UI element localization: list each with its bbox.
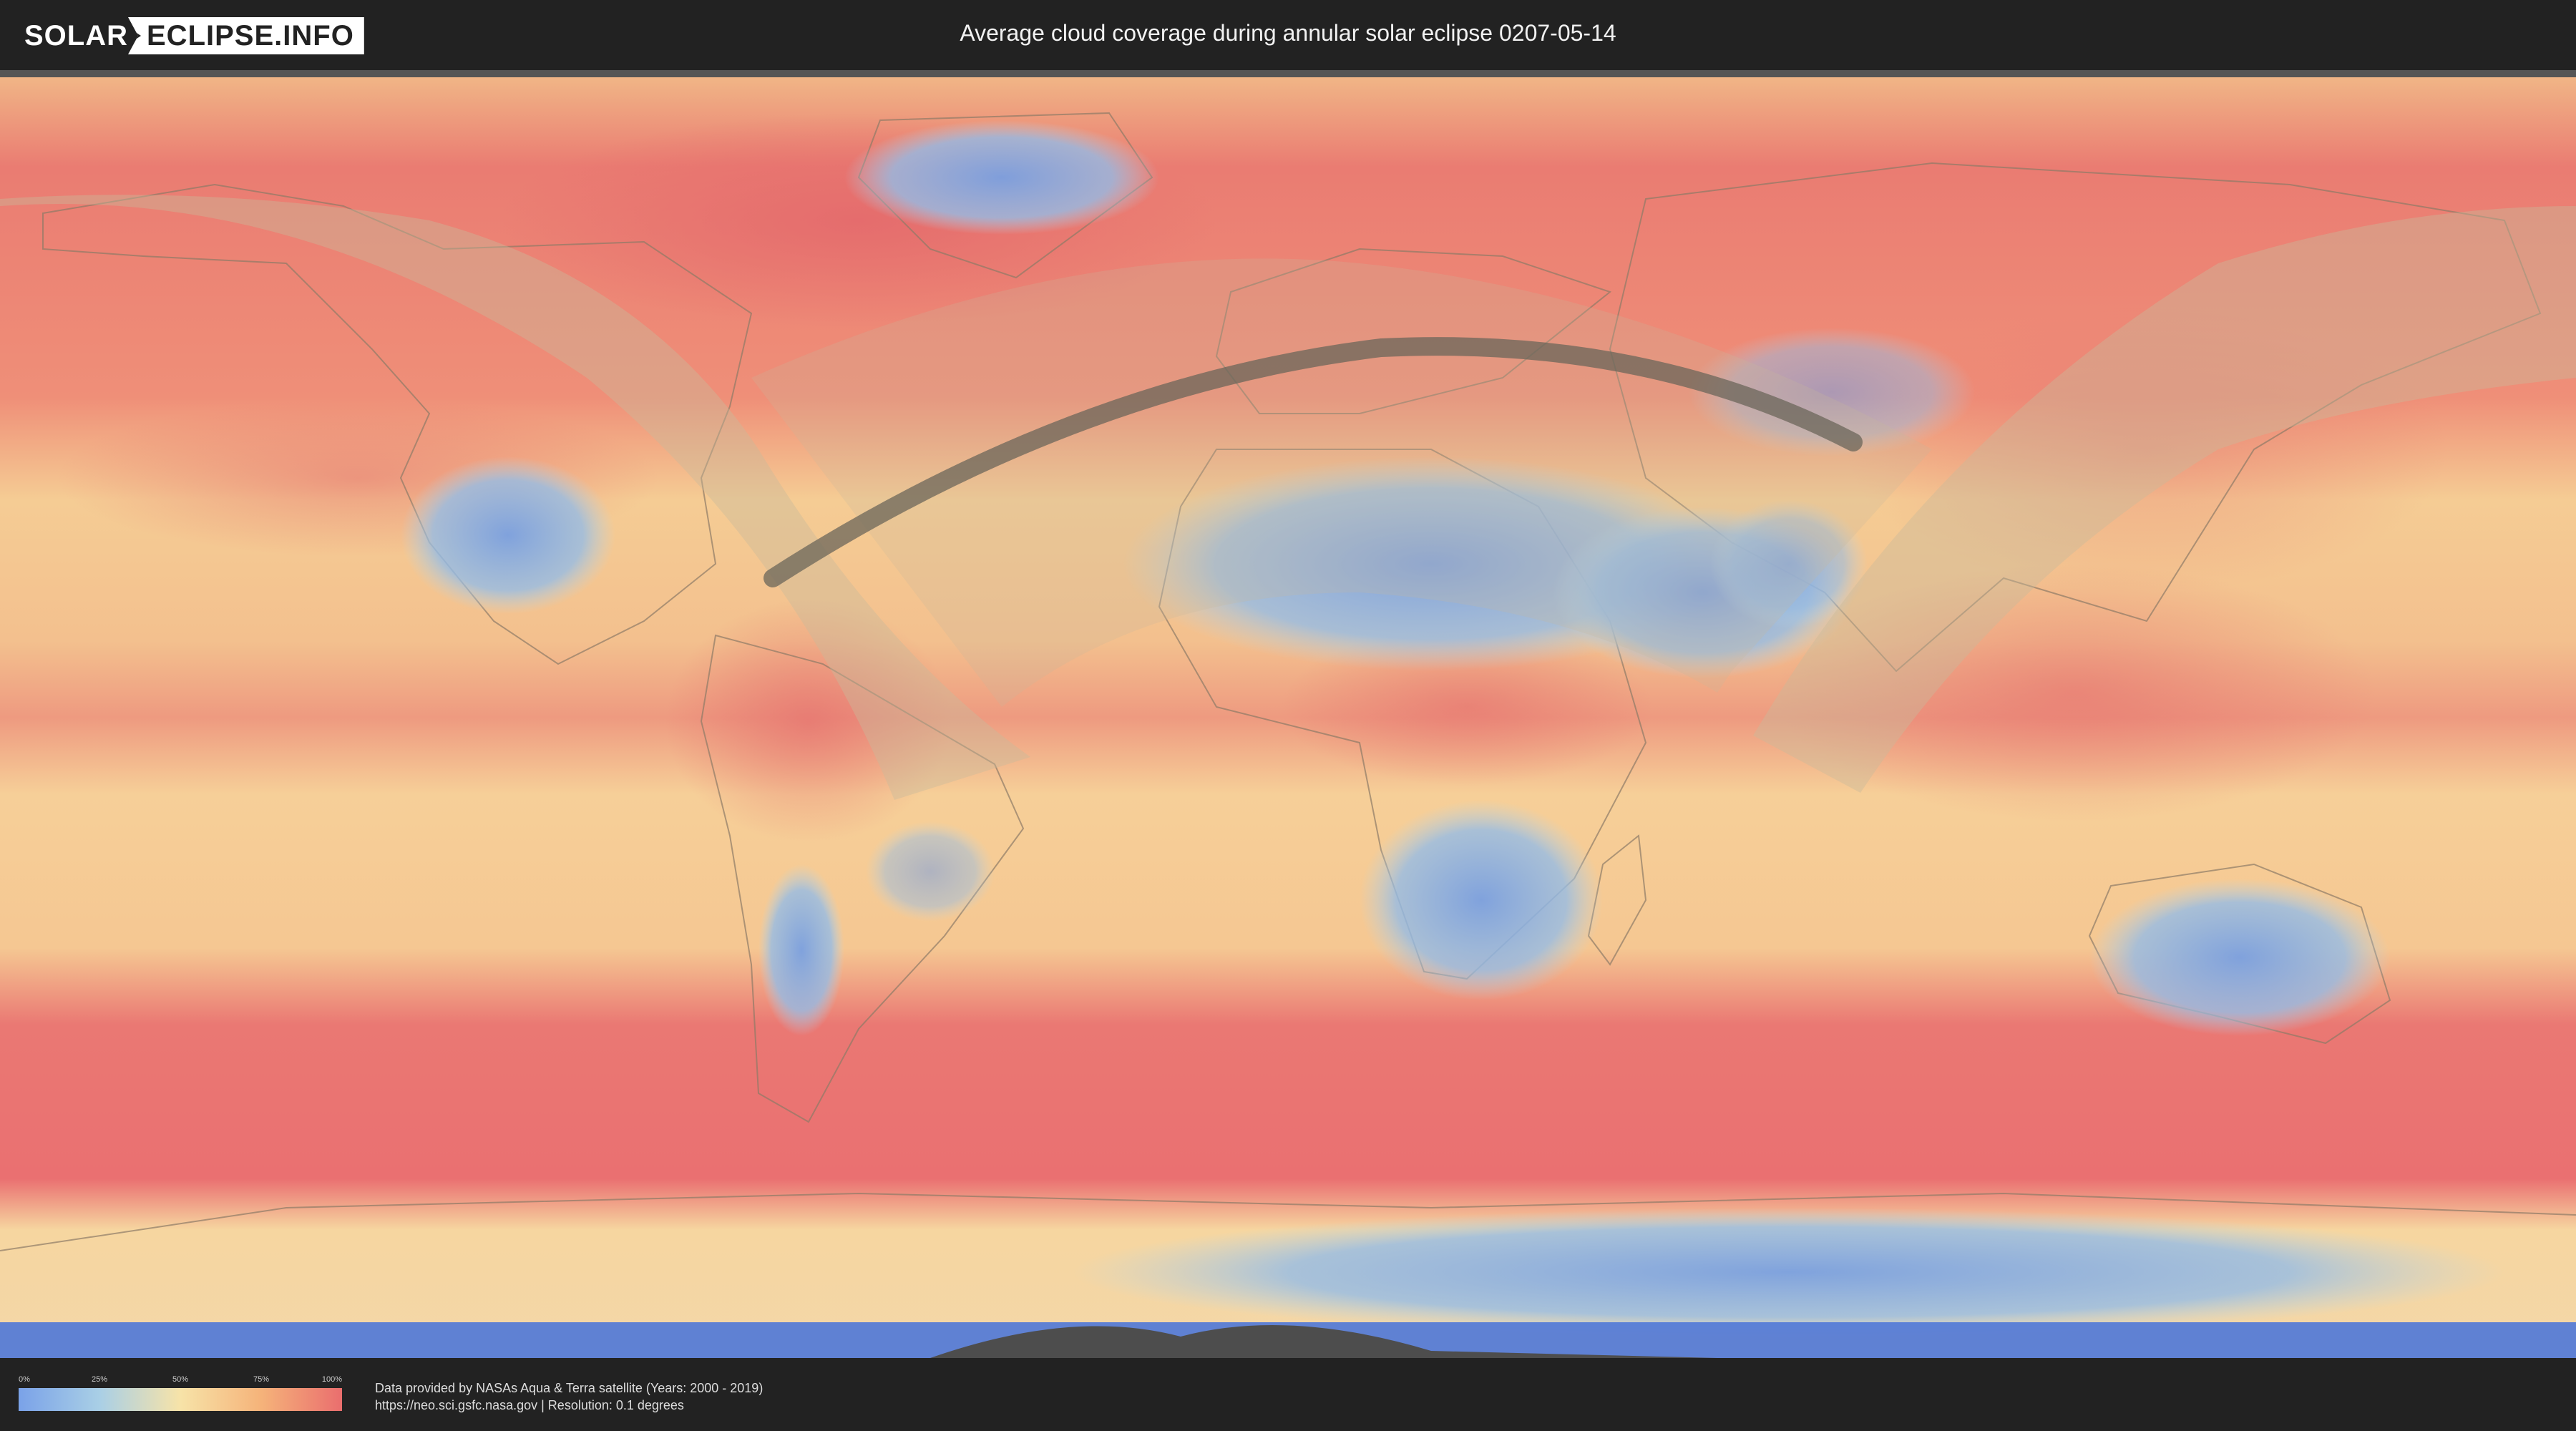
- brazil-clear: [866, 821, 995, 922]
- cloud-coverage-map[interactable]: [0, 77, 2576, 1358]
- page-title: Average cloud coverage during annular so…: [960, 20, 1616, 46]
- credit-line-url: https://neo.sci.gsfc.nasa.gov | Resoluti…: [375, 1398, 684, 1412]
- legend-tick-75: 75%: [253, 1375, 270, 1384]
- legend-tick-25: 25%: [91, 1375, 108, 1384]
- southern-africa-clear: [1360, 800, 1603, 1000]
- header: SOLAR ECLIPSE.INFO Average cloud coverag…: [0, 0, 2576, 70]
- data-credits: Data provided by NASAs Aqua & Terra sate…: [375, 1379, 763, 1414]
- legend-color-bar: [19, 1388, 342, 1411]
- legend-tick-0: 0%: [19, 1375, 30, 1384]
- atacama-clear: [758, 864, 844, 1036]
- world-map-svg: [0, 77, 2576, 1358]
- credit-line-source: Data provided by NASAs Aqua & Terra sate…: [375, 1381, 763, 1395]
- antarctica-clear: [1073, 1208, 2504, 1337]
- footer: 0% 25% 50% 75% 100% Data provided by NAS…: [0, 1358, 2576, 1431]
- header-divider: [0, 70, 2576, 77]
- legend-tick-100: 100%: [321, 1375, 342, 1384]
- greenland-clear: [844, 120, 1159, 235]
- australia-clear: [2089, 879, 2390, 1036]
- cloud-coverage-legend: 0% 25% 50% 75% 100%: [19, 1375, 342, 1411]
- legend-tick-50: 50%: [172, 1375, 189, 1384]
- legend-ticks: 0% 25% 50% 75% 100%: [19, 1375, 342, 1385]
- southwest-us-clear: [401, 456, 615, 614]
